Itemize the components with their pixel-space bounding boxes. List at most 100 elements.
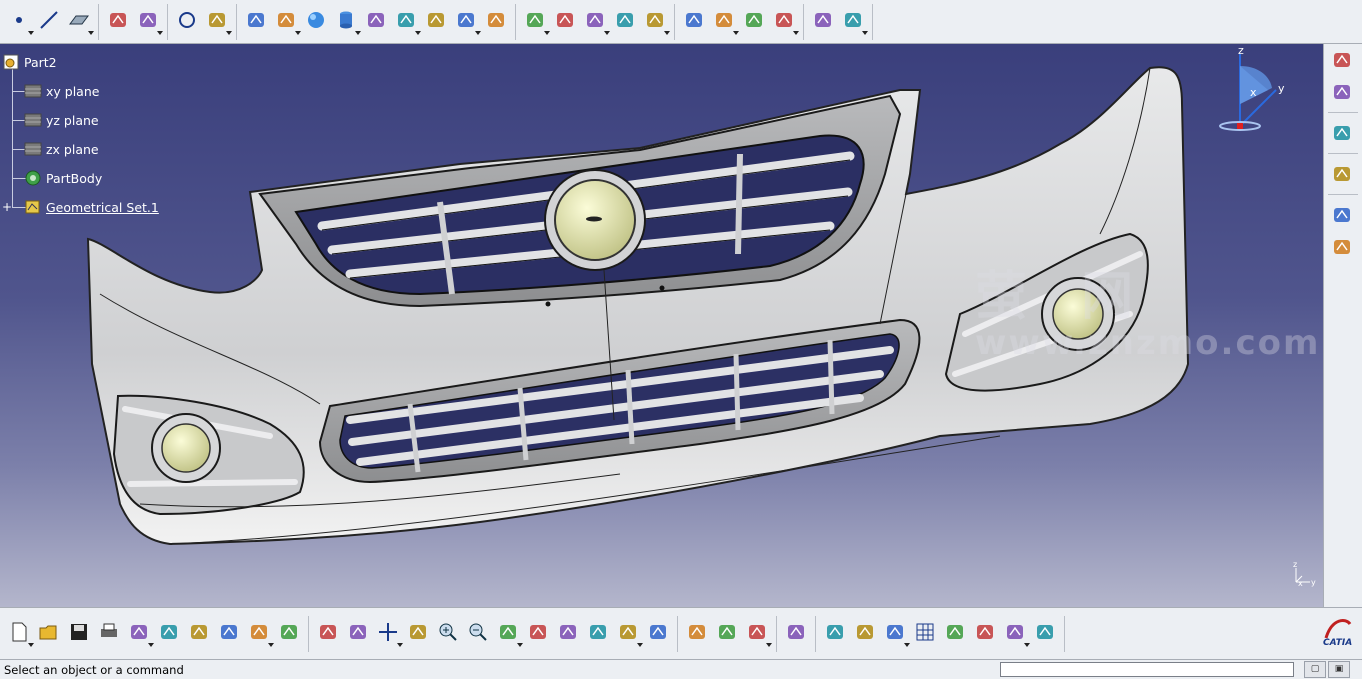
3d-viewport[interactable]: Part2 xy plane yz plane zx plane PartBod… [0, 44, 1323, 607]
new-file-button[interactable] [4, 619, 34, 649]
tree-item-xy-plane[interactable]: xy plane [24, 80, 99, 102]
copy-button[interactable] [154, 619, 184, 649]
projection-button[interactable] [103, 7, 133, 37]
plane-button[interactable] [64, 7, 94, 37]
sketcher-button[interactable] [1324, 44, 1360, 76]
tree-item-zx-plane[interactable]: zx plane [24, 138, 99, 160]
dropdown-arrow-icon[interactable] [793, 30, 799, 35]
3dx-button[interactable] [820, 619, 850, 649]
cylinder-icon [335, 9, 357, 34]
spline-button[interactable] [202, 7, 232, 37]
design-table-button[interactable] [838, 7, 868, 37]
touch-button[interactable] [850, 619, 880, 649]
knowledge-icon [1331, 204, 1353, 226]
tree-item-partbody[interactable]: PartBody [24, 167, 102, 189]
split-button[interactable] [580, 7, 610, 37]
grid-button[interactable] [910, 619, 940, 649]
fit-all-button[interactable] [343, 619, 373, 649]
dropdown-arrow-icon[interactable] [862, 30, 868, 35]
point-button[interactable] [4, 7, 34, 37]
stop-command-button[interactable]: ▢ [1304, 661, 1326, 678]
multi-view-button[interactable] [523, 619, 553, 649]
multi-section-button[interactable] [451, 7, 481, 37]
snap-button[interactable] [970, 619, 1000, 649]
zoom-out-button[interactable] [463, 619, 493, 649]
cut-button[interactable] [124, 619, 154, 649]
save-button[interactable] [64, 619, 94, 649]
material-button[interactable] [1000, 619, 1030, 649]
spline-icon [206, 9, 228, 34]
measure-between-button[interactable] [682, 619, 712, 649]
cylinder-button[interactable] [331, 7, 361, 37]
sketch-edit-button[interactable] [1324, 158, 1360, 190]
mass-properties-button[interactable] [742, 619, 772, 649]
expand-plus-icon[interactable]: + [2, 201, 12, 213]
fill-button[interactable] [421, 7, 451, 37]
paste-button[interactable] [184, 619, 214, 649]
analysis-button[interactable] [769, 7, 799, 37]
rotate-button[interactable] [403, 619, 433, 649]
plane-icon [24, 142, 42, 156]
select-button[interactable] [1324, 76, 1360, 108]
open-file-button[interactable] [34, 619, 64, 649]
dropdown-arrow-icon[interactable] [664, 30, 670, 35]
pan-button[interactable] [373, 619, 403, 649]
trim-button[interactable] [610, 7, 640, 37]
sphere-button[interactable] [301, 7, 331, 37]
sweep-button[interactable] [391, 7, 421, 37]
tree-root[interactable]: Part2 [2, 51, 57, 73]
dropdown-arrow-icon[interactable] [157, 30, 163, 35]
swap-visible-space-button[interactable] [643, 619, 673, 649]
circle-button[interactable] [172, 7, 202, 37]
work-on-support-button[interactable] [940, 619, 970, 649]
capture-button[interactable] [781, 619, 811, 649]
tree-item-yz-plane[interactable]: yz plane [24, 109, 99, 131]
cancel-command-button[interactable]: ▣ [1328, 661, 1350, 678]
catalog-button[interactable] [1030, 619, 1060, 649]
work-on-support-icon [944, 621, 966, 646]
join-button[interactable] [520, 7, 550, 37]
geometrical-set-icon [25, 200, 40, 214]
snap-icon [974, 621, 996, 646]
axis-system-button[interactable] [880, 619, 910, 649]
blend-button[interactable] [481, 7, 511, 37]
whats-this-button[interactable] [274, 619, 304, 649]
formula-button[interactable] [1324, 231, 1360, 263]
revolve-button[interactable] [271, 7, 301, 37]
compass[interactable]: z x y [1218, 44, 1288, 136]
dropdown-arrow-icon[interactable] [88, 30, 94, 35]
split-icon [584, 9, 606, 34]
intersection-button[interactable] [133, 7, 163, 37]
undo-button[interactable] [214, 619, 244, 649]
more-arrow-button[interactable] [1324, 117, 1360, 149]
dropdown-arrow-icon[interactable] [226, 30, 232, 35]
measure-button[interactable] [739, 7, 769, 37]
print-button[interactable] [94, 619, 124, 649]
zoom-in-button[interactable] [433, 619, 463, 649]
update-button[interactable] [808, 7, 838, 37]
boundary-button[interactable] [640, 7, 670, 37]
fly-mode-button[interactable] [313, 619, 343, 649]
hide-show-button[interactable] [613, 619, 643, 649]
fit-all-icon [347, 621, 369, 646]
fillet-button[interactable] [679, 7, 709, 37]
knowledge-button[interactable] [1324, 199, 1360, 231]
translate-button[interactable] [709, 7, 739, 37]
healing-button[interactable] [550, 7, 580, 37]
touch-icon [854, 621, 876, 646]
mini-axis-x: x [1298, 579, 1303, 588]
measure-item-button[interactable] [712, 619, 742, 649]
extrude-button[interactable] [241, 7, 271, 37]
iso-view-button[interactable] [553, 619, 583, 649]
offset-button[interactable] [361, 7, 391, 37]
tree-item-geometrical-set[interactable]: + Geometrical Set.1 [2, 196, 159, 218]
dropdown-arrow-icon[interactable] [766, 642, 772, 647]
plane-icon [24, 113, 42, 127]
watermark: 萤 网 www.znzmo.com [975, 254, 1320, 363]
command-input[interactable] [1000, 662, 1294, 677]
normal-view-button[interactable] [493, 619, 523, 649]
shading-button[interactable] [583, 619, 613, 649]
rotate-icon [407, 621, 429, 646]
redo-button[interactable] [244, 619, 274, 649]
line-button[interactable] [34, 7, 64, 37]
